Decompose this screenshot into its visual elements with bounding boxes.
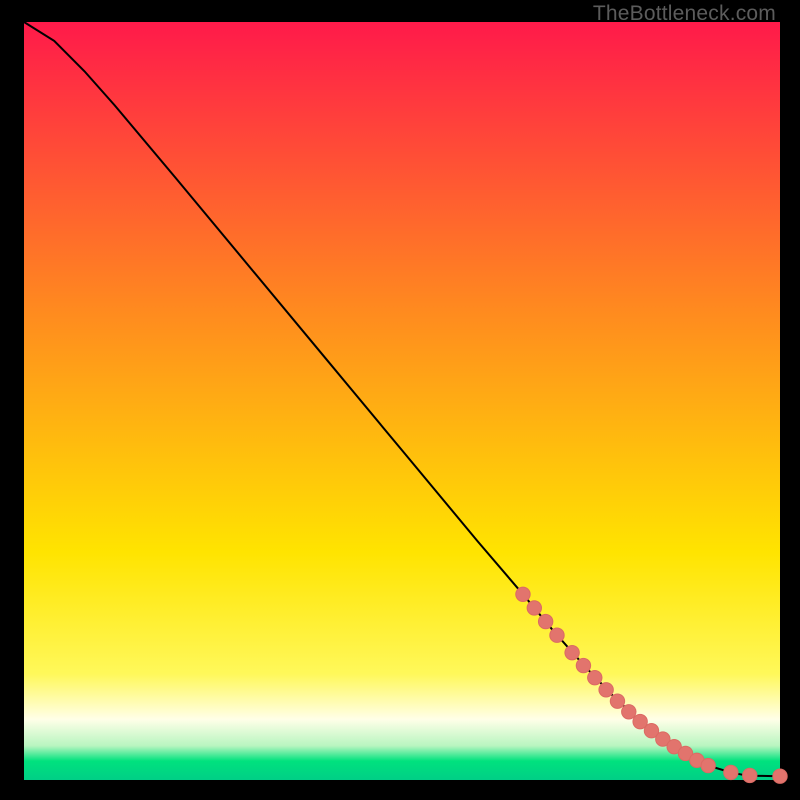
data-curve <box>24 22 780 776</box>
data-marker <box>588 670 602 684</box>
data-marker <box>538 614 552 628</box>
data-marker <box>743 768 757 782</box>
data-marker <box>565 645 579 659</box>
data-marker <box>550 628 564 642</box>
data-marker <box>622 705 636 719</box>
data-marker <box>599 683 613 697</box>
chart-frame <box>24 22 780 780</box>
data-markers <box>516 587 787 783</box>
data-marker <box>724 765 738 779</box>
data-marker <box>516 587 530 601</box>
data-marker <box>576 658 590 672</box>
data-marker <box>701 758 715 772</box>
data-marker <box>610 694 624 708</box>
data-marker <box>527 601 541 615</box>
chart-svg <box>24 22 780 780</box>
data-marker <box>773 769 787 783</box>
